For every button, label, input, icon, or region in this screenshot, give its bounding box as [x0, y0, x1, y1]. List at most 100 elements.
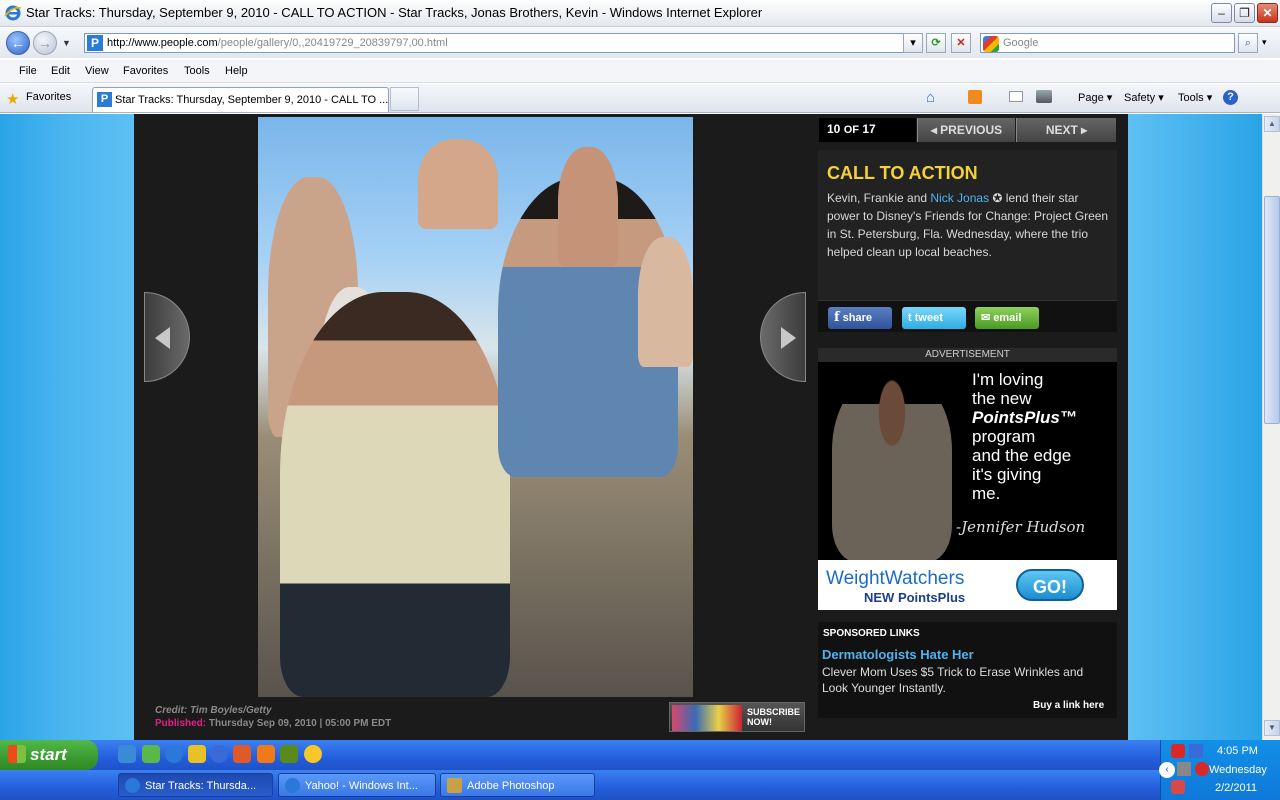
forward-button[interactable]: → [33, 31, 57, 55]
quick-launch-icon-4[interactable] [188, 745, 206, 763]
menu-help[interactable]: Help [225, 65, 248, 77]
previous-button[interactable]: ◂ PREVIOUS [917, 118, 1015, 142]
photo-gallery: Credit: Tim Boyles/Getty Published: Thur… [134, 114, 1128, 740]
web-page: Credit: Tim Boyles/Getty Published: Thur… [0, 114, 1262, 740]
scroll-up-icon[interactable]: ▲ [1264, 116, 1280, 132]
gallery-counter: 10 OF 17 [819, 118, 916, 142]
new-tab-button[interactable] [390, 87, 419, 111]
search-icon[interactable]: ⌕ [1238, 33, 1258, 53]
home-icon[interactable]: ⌂ [926, 89, 935, 106]
start-button[interactable]: start [0, 740, 98, 770]
network-icon[interactable] [1189, 744, 1203, 758]
subscribe-banner[interactable]: SUBSCRIBE NOW! [669, 702, 805, 732]
clock-date: 2/2/2011 [1215, 782, 1258, 794]
ad-model-image [832, 376, 952, 562]
quick-launch-icon-2[interactable] [142, 745, 160, 763]
menu-bar: File Edit View Favorites Tools Help [0, 59, 1280, 83]
read-mail-icon[interactable] [1009, 91, 1023, 102]
security-shield-icon[interactable] [1171, 744, 1185, 758]
sponsored-link[interactable]: Dermatologists Hate Her [822, 647, 974, 662]
scroll-down-icon[interactable]: ▼ [1264, 720, 1280, 736]
address-bar[interactable]: P http://www.people.com/people/gallery/0… [84, 33, 919, 53]
sponsored-description: Clever Mom Uses $5 Trick to Erase Wrinkl… [822, 665, 1084, 695]
history-dropdown-icon[interactable]: ▼ [62, 38, 71, 48]
weightwatchers-logo: WeightWatchers [826, 568, 965, 589]
pointsplus-logo: NEW PointsPlus [864, 590, 966, 605]
volume-icon[interactable] [1177, 762, 1191, 776]
task-star-tracks[interactable]: Star Tracks: Thursda... [118, 773, 273, 797]
page-menu[interactable]: Page ▾ [1078, 91, 1112, 104]
print-icon[interactable] [1036, 90, 1052, 103]
advertisement-label: ADVERTISEMENT [818, 348, 1117, 362]
system-tray: ‹ 4:05 PM Wednesday 2/2/2011 [1159, 740, 1280, 800]
address-url[interactable]: http://www.people.com/people/gallery/0,,… [107, 37, 448, 49]
search-options-icon[interactable]: ▾ [1262, 37, 1267, 48]
scroll-thumb[interactable] [1264, 196, 1280, 424]
published-date: Published: Thursday Sep 09, 2010 | 05:00… [155, 718, 391, 729]
tab-title: Star Tracks: Thursday, September 9, 2010… [115, 94, 389, 106]
feeds-icon[interactable] [968, 90, 982, 104]
people-site-icon: P [87, 35, 103, 51]
buy-link[interactable]: Buy a link here [1033, 700, 1104, 711]
ad-go-button[interactable]: GO! [1016, 569, 1084, 601]
quick-launch-icon-7[interactable] [257, 745, 275, 763]
ie-quick-launch-icon[interactable] [165, 745, 183, 763]
chevron-left-icon [155, 327, 170, 349]
chevron-right-icon [781, 327, 796, 349]
menu-view[interactable]: View [85, 65, 109, 77]
previous-photo-arrow[interactable] [144, 292, 190, 382]
ie-icon [285, 778, 300, 793]
published-label: Published: [155, 718, 207, 729]
task-photoshop[interactable]: Adobe Photoshop [440, 773, 595, 797]
safety-menu[interactable]: Safety ▾ [1124, 91, 1164, 104]
quick-launch-icon-6[interactable] [233, 745, 251, 763]
share-bar: f share t tweet ✉ email [818, 300, 1117, 332]
maximize-button[interactable]: ❐ [1234, 3, 1255, 23]
sponsored-header: SPONSORED LINKS [823, 628, 920, 639]
favorites-button[interactable]: Favorites [26, 91, 71, 103]
caption-box: CALL TO ACTION Kevin, Frankie and Nick J… [818, 150, 1117, 322]
tray-app-icon[interactable] [1171, 780, 1185, 794]
search-placeholder: Google [1003, 37, 1039, 49]
facebook-share-button[interactable]: f share [828, 307, 892, 329]
browser-tab[interactable]: P Star Tracks: Thursday, September 9, 20… [92, 87, 389, 112]
clock-day: Wednesday [1209, 764, 1267, 776]
messenger-icon[interactable] [304, 745, 322, 763]
weightwatchers-ad[interactable]: I'm loving the new PointsPlus™ program a… [818, 362, 1117, 610]
task-yahoo[interactable]: Yahoo! - Windows Int... [278, 773, 436, 797]
dreamweaver-icon[interactable] [280, 745, 298, 763]
menu-file[interactable]: File [19, 65, 37, 77]
gallery-photo [258, 117, 693, 697]
menu-tools[interactable]: Tools [184, 65, 210, 77]
address-dropdown-icon[interactable]: ▾ [903, 33, 923, 53]
next-button[interactable]: NEXT ▸ [1016, 118, 1116, 142]
caption-body: Kevin, Frankie and Nick Jonas ✪ lend the… [827, 191, 1109, 259]
back-button[interactable]: ← [6, 31, 30, 55]
minimize-button[interactable]: – [1211, 3, 1232, 23]
tweet-button[interactable]: t tweet [902, 307, 966, 329]
sponsored-links: SPONSORED LINKS Dermatologists Hate Her … [818, 622, 1117, 718]
email-button[interactable]: ✉ email [975, 307, 1039, 329]
stop-icon[interactable]: ✕ [951, 33, 971, 53]
alert-icon[interactable] [1195, 762, 1209, 776]
people-tab-icon: P [97, 92, 112, 107]
tray-expand-icon[interactable]: ‹ [1159, 762, 1175, 778]
magazine-covers-image [672, 705, 742, 731]
help-icon[interactable]: ? [1223, 90, 1238, 105]
vertical-scrollbar[interactable]: ▲ ▼ [1262, 114, 1280, 740]
ad-text: I'm loving the new PointsPlus™ program a… [972, 370, 1077, 503]
media-player-icon[interactable] [210, 745, 228, 763]
windows-flag-icon [8, 745, 26, 763]
nick-jonas-link[interactable]: Nick Jonas [930, 191, 989, 205]
search-box[interactable]: Google [980, 33, 1235, 53]
clock-time[interactable]: 4:05 PM [1217, 745, 1258, 757]
tools-menu[interactable]: Tools ▾ [1178, 91, 1212, 104]
close-button[interactable]: ✕ [1257, 3, 1278, 23]
menu-edit[interactable]: Edit [51, 65, 70, 77]
ad-signature: -Jennifer Hudson [956, 518, 1086, 536]
show-desktop-icon[interactable] [118, 745, 136, 763]
menu-favorites[interactable]: Favorites [123, 65, 168, 77]
refresh-icon[interactable]: ⟳ [926, 33, 946, 53]
favorites-star-icon: ★ [6, 91, 20, 108]
next-photo-arrow[interactable] [760, 292, 806, 382]
